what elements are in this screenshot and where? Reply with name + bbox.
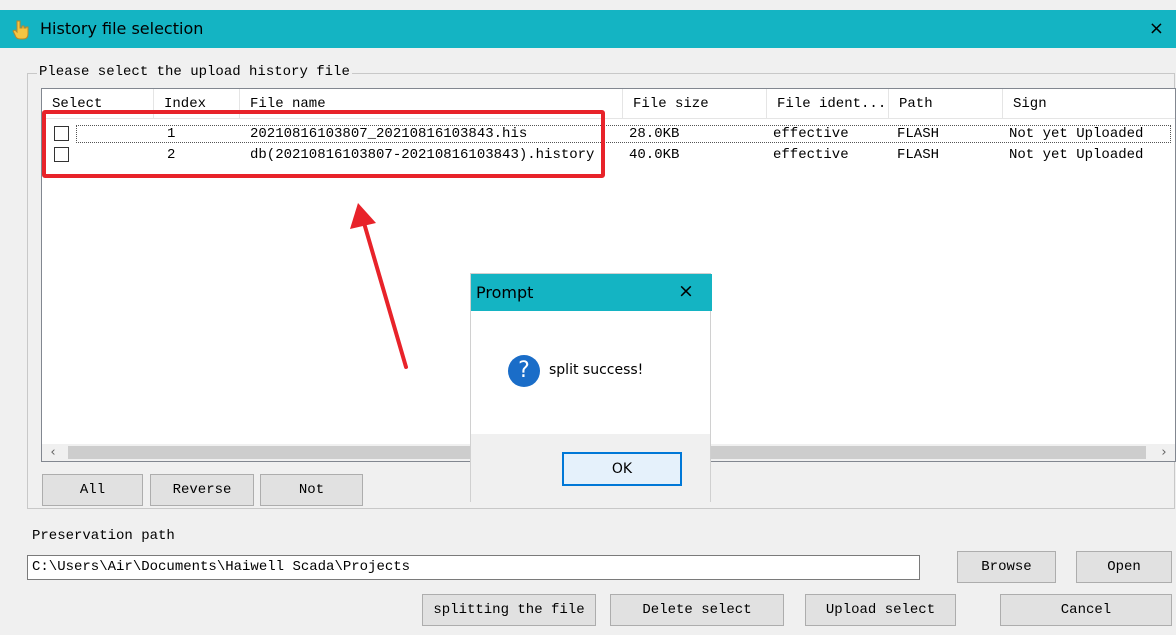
split-file-button[interactable]: splitting the file (422, 594, 596, 626)
column-header-file-size[interactable]: File size (623, 89, 767, 119)
cell-file-ident: effective (773, 147, 849, 163)
column-header-file-ident[interactable]: File ident... (767, 89, 889, 119)
cell-path: FLASH (897, 147, 940, 163)
cell-file-ident: effective (773, 126, 849, 142)
column-header-path[interactable]: Path (889, 89, 1003, 119)
column-header-sign[interactable]: Sign (1003, 89, 1175, 119)
cell-sign: Not yet Uploaded (1009, 126, 1144, 142)
browse-button[interactable]: Browse (957, 551, 1056, 583)
scroll-right-icon[interactable]: › (1155, 444, 1173, 461)
select-all-button[interactable]: All (42, 474, 143, 506)
preservation-path-label: Preservation path (32, 528, 175, 544)
dialog-message: split success! (549, 362, 644, 378)
highlight-box (42, 110, 605, 178)
window-titlebar: History file selection × (0, 10, 1176, 48)
reverse-selection-button[interactable]: Reverse (150, 474, 254, 506)
dialog-title: Prompt (476, 283, 534, 302)
close-icon[interactable]: × (1149, 18, 1164, 39)
preservation-path-field[interactable]: C:\Users\Air\Documents\Haiwell Scada\Pro… (27, 555, 920, 580)
cell-file-size: 28.0KB (629, 126, 680, 142)
cell-path: FLASH (897, 126, 940, 142)
dialog-close-icon[interactable]: × (678, 280, 694, 302)
question-icon: ? (508, 355, 540, 387)
dialog-titlebar: Prompt × (471, 274, 712, 311)
open-button[interactable]: Open (1076, 551, 1172, 583)
cell-file-size: 40.0KB (629, 147, 680, 163)
annotation-arrow (350, 203, 408, 369)
select-none-button[interactable]: Not (260, 474, 363, 506)
window-title: History file selection (40, 19, 204, 38)
group-legend: Please select the upload history file (37, 64, 352, 80)
prompt-dialog: Prompt × ? split success! OK (470, 273, 712, 502)
cell-sign: Not yet Uploaded (1009, 147, 1144, 163)
scroll-left-icon[interactable]: ‹ (44, 444, 62, 461)
hand-pointer-icon (12, 20, 29, 40)
delete-select-button[interactable]: Delete select (610, 594, 784, 626)
cancel-button[interactable]: Cancel (1000, 594, 1172, 626)
upload-select-button[interactable]: Upload select (805, 594, 956, 626)
ok-button[interactable]: OK (562, 452, 682, 486)
